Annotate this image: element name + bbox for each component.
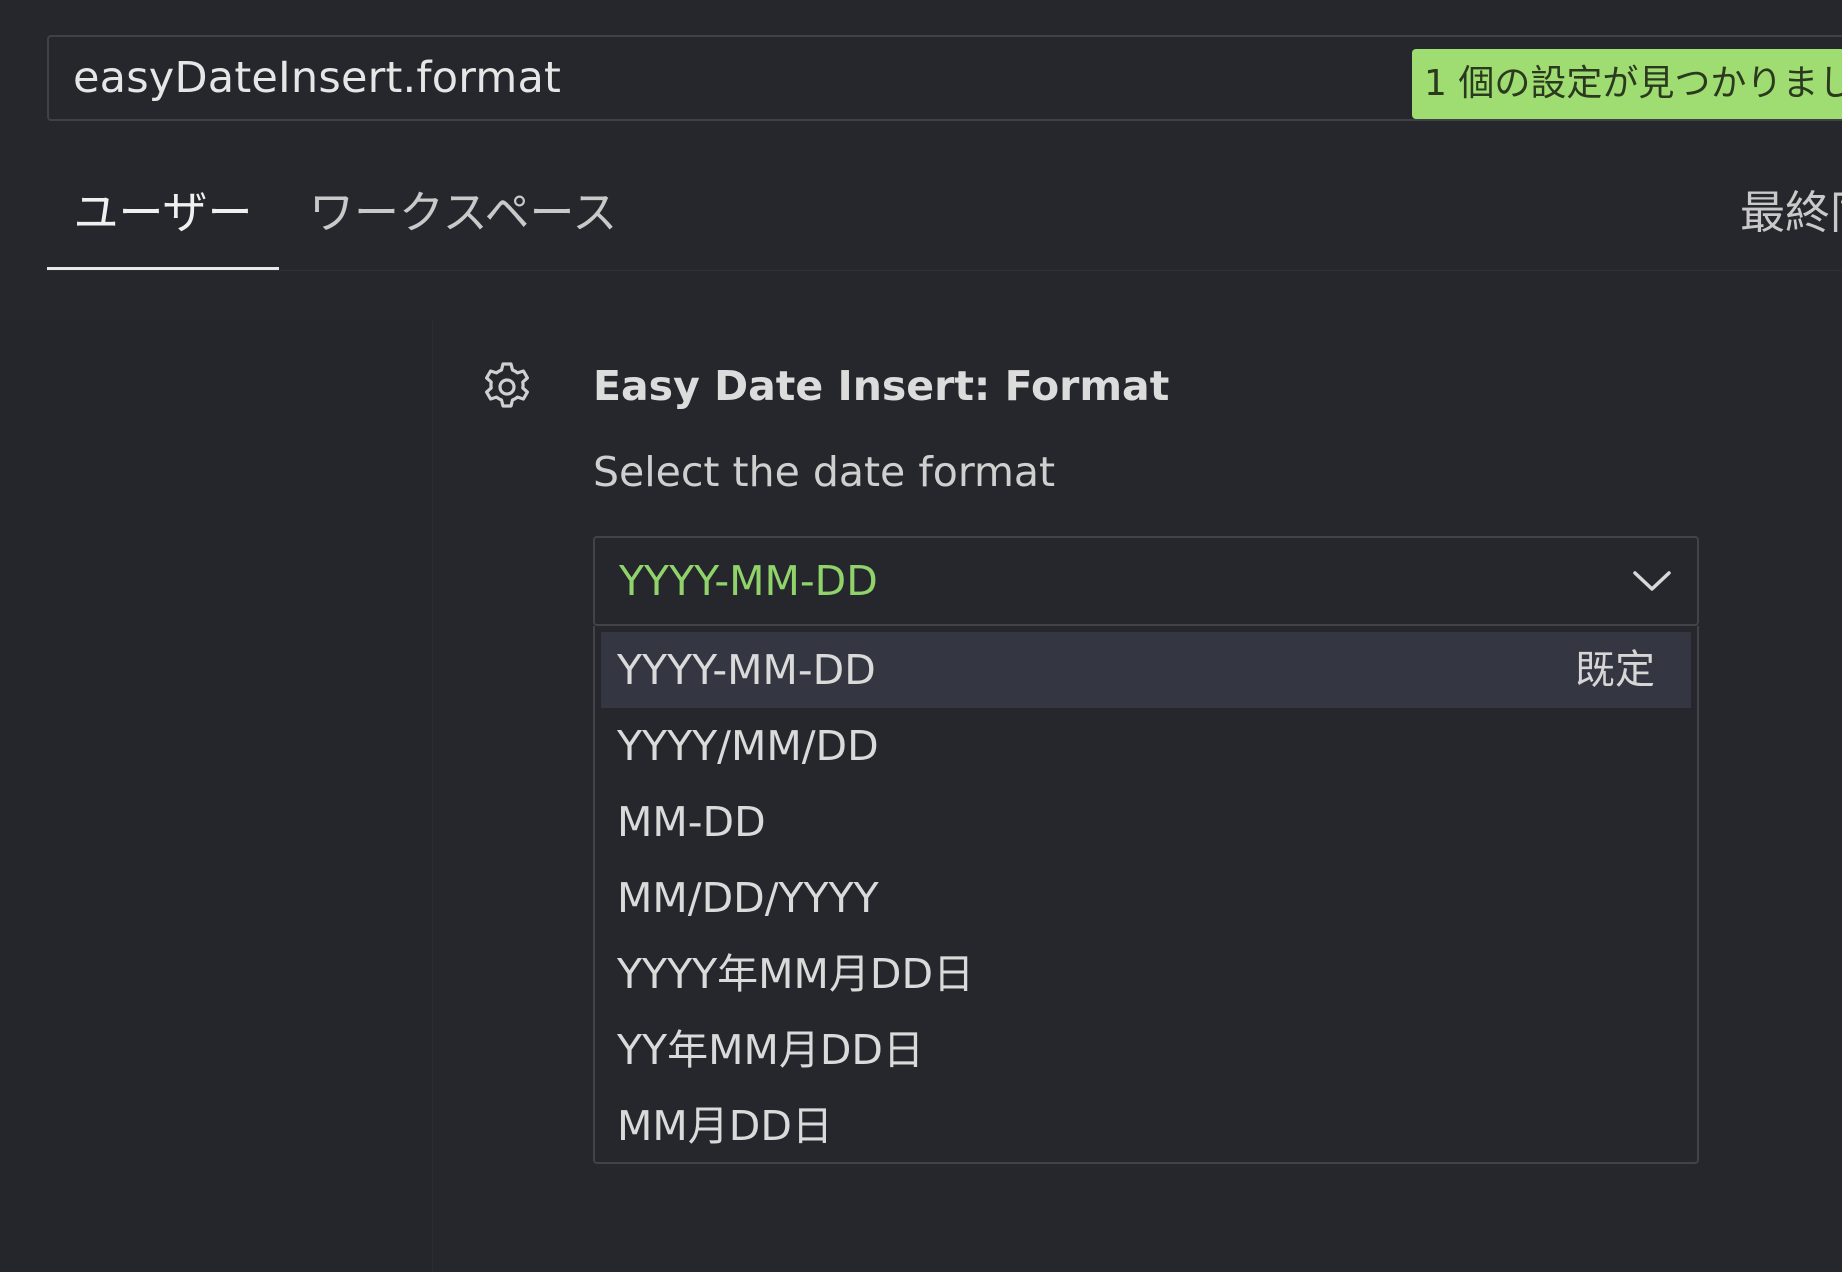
option-label: MM-DD [617, 798, 766, 846]
setting-title: Easy Date Insert: Format [593, 362, 1170, 410]
chevron-down-icon [1631, 563, 1673, 599]
settings-page: easyDateInsert.format 1 個の設定が見つかりまし ユーザー… [0, 0, 1842, 1272]
settings-search-box[interactable]: easyDateInsert.format 1 個の設定が見つかりまし [47, 35, 1842, 121]
gear-icon[interactable] [480, 360, 534, 414]
settings-toc-panel [0, 320, 433, 1272]
select-current-value: YYYY-MM-DD [619, 557, 878, 605]
option-label: YYYY-MM-DD [617, 646, 876, 694]
dropdown-option[interactable]: MM月DD日 [601, 1088, 1691, 1164]
tab-last-synced[interactable]: 最終同 [1740, 160, 1842, 270]
settings-scope-tabs: ユーザー ワークスペース 最終同 [47, 160, 1842, 271]
option-label: YY年MM月DD日 [617, 1026, 924, 1074]
dropdown-option[interactable]: YYYY-MM-DD 既定 [601, 632, 1691, 708]
option-label: YYYY/MM/DD [617, 722, 879, 770]
tab-user[interactable]: ユーザー [47, 160, 279, 270]
dropdown-option[interactable]: MM/DD/YYYY [601, 860, 1691, 936]
date-format-dropdown-list: YYYY-MM-DD 既定 YYYY/MM/DD MM-DD MM/DD/YYY… [593, 626, 1699, 1164]
dropdown-option[interactable]: MM-DD [601, 784, 1691, 860]
dropdown-option[interactable]: YYYY/MM/DD [601, 708, 1691, 784]
option-label: MM月DD日 [617, 1102, 833, 1150]
results-count-badge: 1 個の設定が見つかりまし [1412, 49, 1842, 119]
setting-description: Select the date format [593, 448, 1056, 496]
dropdown-option[interactable]: YY年MM月DD日 [601, 1012, 1691, 1088]
search-input[interactable]: easyDateInsert.format [73, 37, 561, 119]
tab-workspace[interactable]: ワークスペース [309, 160, 617, 270]
dropdown-option[interactable]: YYYY年MM月DD日 [601, 936, 1691, 1012]
default-badge: 既定 [1575, 647, 1655, 693]
option-label: YYYY年MM月DD日 [617, 950, 975, 998]
date-format-select[interactable]: YYYY-MM-DD [593, 536, 1699, 626]
option-label: MM/DD/YYYY [617, 874, 879, 922]
